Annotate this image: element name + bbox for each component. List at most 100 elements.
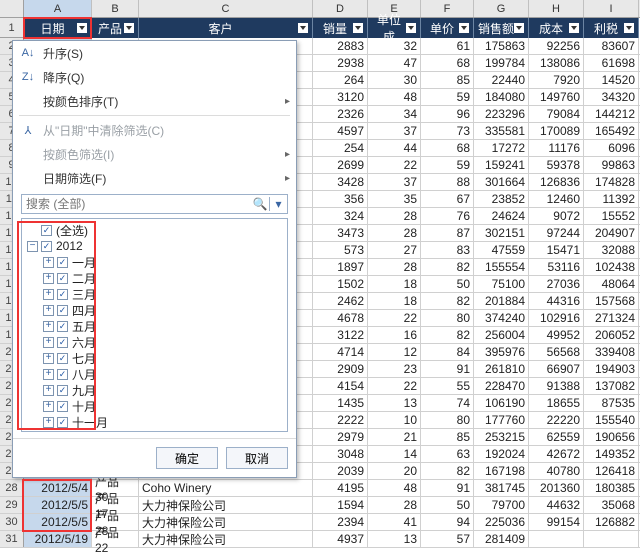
cell[interactable]: 34320 [584,89,639,105]
cell[interactable]: 22 [368,378,421,394]
cell[interactable]: 18 [368,276,421,292]
cell[interactable]: 204907 [584,225,639,241]
tree-month[interactable]: +八月 [43,366,284,382]
cell[interactable]: 59378 [529,157,584,173]
cell[interactable]: 48064 [584,276,639,292]
cell[interactable]: 126882 [584,514,639,530]
tree-month[interactable]: +九月 [43,382,284,398]
cell[interactable]: 49952 [529,327,584,343]
cell[interactable]: 82 [421,259,474,275]
filter-dropdown-icon[interactable] [459,23,469,33]
cell[interactable] [529,531,584,547]
cell[interactable]: 302151 [474,225,529,241]
cell[interactable]: 48 [368,89,421,105]
cell[interactable]: 3120 [313,89,368,105]
cell[interactable]: 28 [368,225,421,241]
table-row[interactable]: 312012/5/19产品 22大力神保险公司49371357281409 [0,531,640,548]
cell[interactable]: 21 [368,429,421,445]
cell[interactable]: 126836 [529,174,584,190]
cell[interactable]: 62559 [529,429,584,445]
cell[interactable]: 99154 [529,514,584,530]
cell[interactable]: 12460 [529,191,584,207]
col-H[interactable]: H [529,0,584,17]
filter-search-input[interactable] [22,197,251,211]
cell[interactable]: 301664 [474,174,529,190]
expand-icon[interactable]: + [43,257,54,268]
row-number[interactable]: 29 [0,497,24,513]
tree-month[interactable]: +七月 [43,350,284,366]
cell[interactable]: 157568 [584,293,639,309]
filter-dropdown-icon[interactable] [77,23,87,33]
cell[interactable]: 2979 [313,429,368,445]
cell[interactable]: 192024 [474,446,529,462]
cell[interactable]: 76 [421,208,474,224]
cell[interactable]: 73 [421,123,474,139]
cell[interactable]: 17272 [474,140,529,156]
cell[interactable]: 82 [421,327,474,343]
cell[interactable]: 3122 [313,327,368,343]
filter-dropdown-icon[interactable] [514,23,524,33]
tree-month[interactable]: +十一月 [43,414,284,430]
cell[interactable]: 15471 [529,242,584,258]
cell[interactable]: 40780 [529,463,584,479]
tree-month[interactable]: +五月 [43,318,284,334]
checkbox-icon[interactable] [41,225,52,236]
cell[interactable]: 91 [421,361,474,377]
cell[interactable]: 24624 [474,208,529,224]
filter-tree[interactable]: (全选) −2012 +一月+二月+三月+四月+五月+六月+七月+八月+九月+十… [21,218,288,432]
cell[interactable]: 56568 [529,344,584,360]
cell[interactable]: 14 [368,446,421,462]
cell[interactable]: 271324 [584,310,639,326]
cell[interactable]: 190656 [584,429,639,445]
tree-month[interactable]: +一月 [43,254,284,270]
cell[interactable]: 10 [368,412,421,428]
cell[interactable]: 374240 [474,310,529,326]
cell[interactable]: 87535 [584,395,639,411]
cell[interactable]: 126418 [584,463,639,479]
expand-icon[interactable]: + [43,305,54,316]
cell[interactable]: 83 [421,242,474,258]
expand-icon[interactable]: + [43,321,54,332]
cell[interactable]: 102438 [584,259,639,275]
cell[interactable]: 35068 [584,497,639,513]
cell[interactable]: 91 [421,480,474,496]
cell[interactable]: 12 [368,344,421,360]
row-number[interactable]: 31 [0,531,24,547]
tree-month[interactable]: +二月 [43,270,284,286]
cell[interactable]: 144212 [584,106,639,122]
cell[interactable]: 356 [313,191,368,207]
cell[interactable]: 23 [368,361,421,377]
cell[interactable]: 167198 [474,463,529,479]
row-num-1[interactable]: 1 [0,18,24,38]
cell[interactable]: 2012/5/19 [24,531,92,547]
checkbox-icon[interactable] [57,369,68,380]
header-qty[interactable]: 销量 [313,18,368,38]
collapse-icon[interactable]: − [27,241,38,252]
cell[interactable]: 28 [368,208,421,224]
cell[interactable]: 177760 [474,412,529,428]
cell[interactable]: 2326 [313,106,368,122]
cell[interactable]: 1897 [313,259,368,275]
tree-month[interactable]: +四月 [43,302,284,318]
cell[interactable]: 180385 [584,480,639,496]
cell[interactable]: 2012/5/4 [24,480,92,496]
cell[interactable]: 4154 [313,378,368,394]
cell[interactable]: 324 [313,208,368,224]
cell[interactable]: 264 [313,72,368,88]
checkbox-icon[interactable] [57,353,68,364]
checkbox-icon[interactable] [57,257,68,268]
expand-icon[interactable]: + [43,337,54,348]
cell[interactable]: 44632 [529,497,584,513]
cell[interactable]: 137082 [584,378,639,394]
expand-icon[interactable]: + [43,385,54,396]
header-unitprice[interactable]: 单价 [421,18,474,38]
col-G[interactable]: G [474,0,529,17]
cell[interactable]: 67 [421,191,474,207]
col-D[interactable]: D [313,0,368,17]
expand-icon[interactable]: + [43,273,54,284]
expand-icon[interactable]: + [43,353,54,364]
cell[interactable]: 80 [421,412,474,428]
cell[interactable]: 225036 [474,514,529,530]
header-customer[interactable]: 客户 [139,18,313,38]
cell[interactable]: 6096 [584,140,639,156]
